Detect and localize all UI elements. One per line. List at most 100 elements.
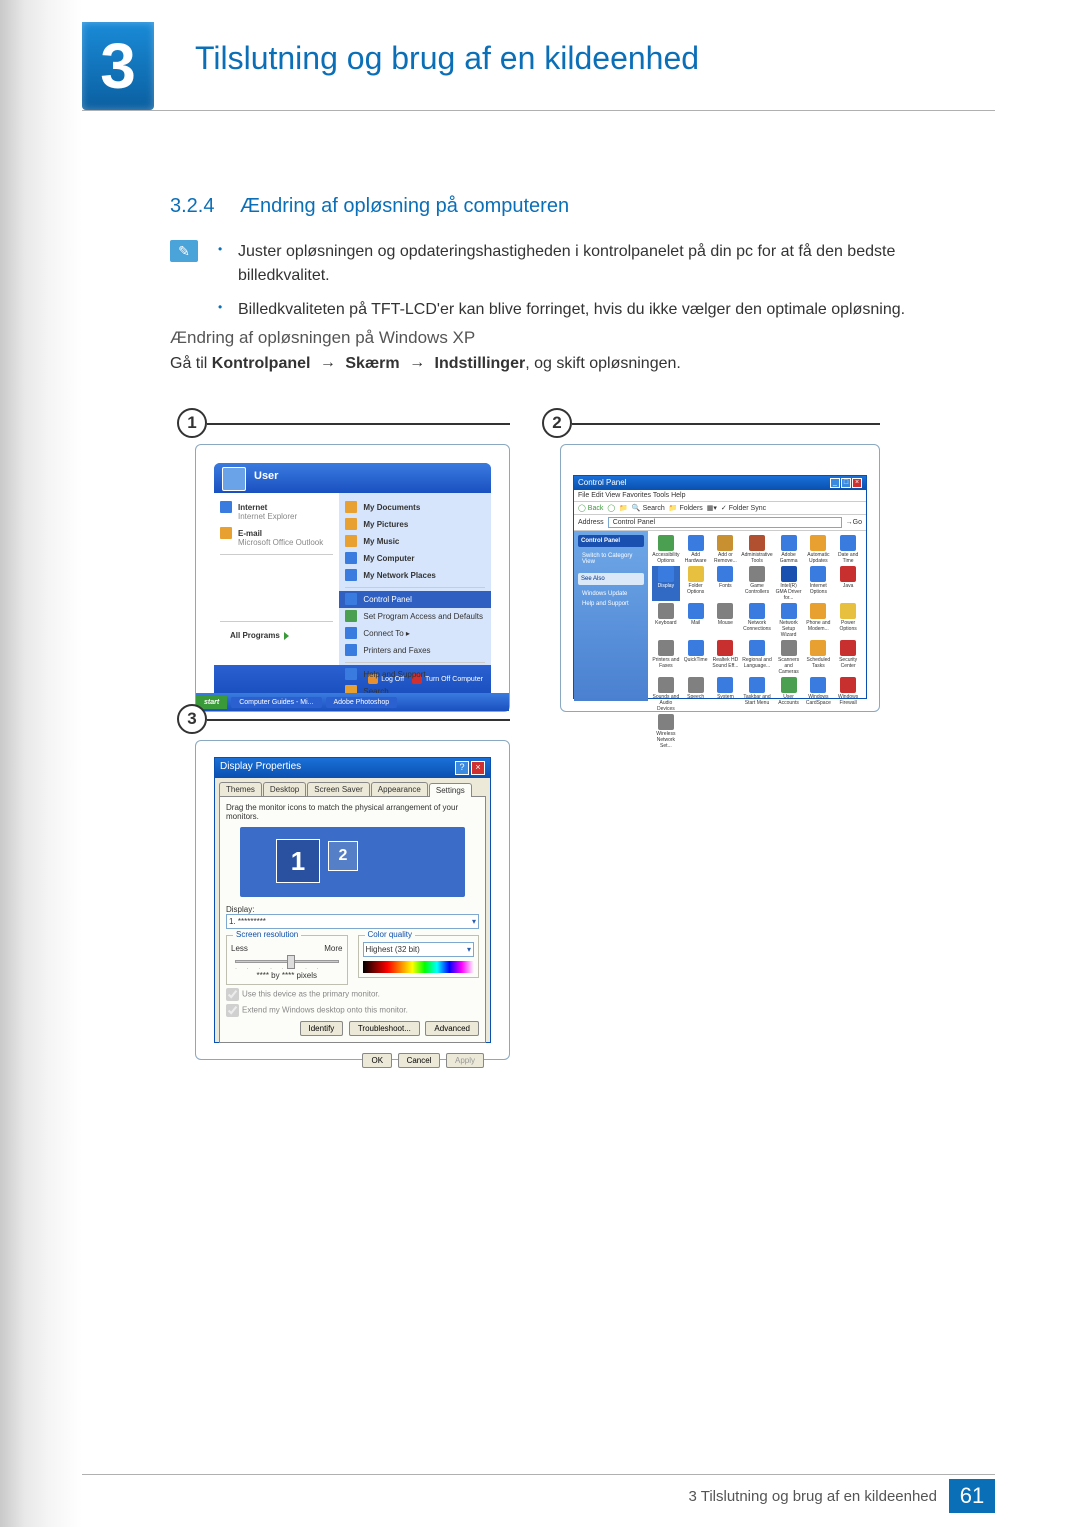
taskbar-item-1[interactable]: Computer Guides - Mi...	[231, 697, 321, 708]
cp-icon[interactable]: Taskbar and Start Menu	[741, 677, 772, 712]
close-icon[interactable]: ×	[471, 761, 485, 775]
dp-display-select[interactable]: 1. *********	[226, 914, 479, 929]
help-icon[interactable]: ?	[455, 761, 469, 775]
figure-1-rule	[207, 423, 510, 425]
sm-connect-to[interactable]: Connect To ▸	[345, 625, 485, 642]
cp-icon[interactable]: Sounds and Audio Devices	[652, 677, 680, 712]
sm-printers[interactable]: Printers and Faxes	[345, 642, 485, 659]
sm-my-documents[interactable]: My Documents	[345, 499, 485, 516]
back-button[interactable]: ◯ Back	[578, 504, 603, 512]
sm-internet[interactable]: InternetInternet Explorer	[220, 499, 333, 525]
cp-icon[interactable]: Power Options	[834, 603, 862, 638]
cp-icon[interactable]: Accessibility Options	[652, 535, 680, 564]
cp-icon[interactable]: Speech	[682, 677, 710, 712]
dp-display-label: Display:	[226, 905, 479, 914]
dp-tab-screen-saver[interactable]: Screen Saver	[307, 782, 369, 796]
cp-icon[interactable]: Mail	[682, 603, 710, 638]
folders-button[interactable]: 📁 Folders	[669, 504, 703, 512]
cp-icon[interactable]: Scheduled Tasks	[804, 640, 832, 675]
cp-icon[interactable]: Folder Options	[682, 566, 710, 601]
cp-icon[interactable]: Administrative Tools	[741, 535, 772, 564]
cp-icon-grid: Accessibility OptionsAdd HardwareAdd or …	[648, 531, 866, 701]
ok-button[interactable]: OK	[362, 1053, 392, 1068]
cp-icon[interactable]: Date and Time	[834, 535, 862, 564]
dp-tab-desktop[interactable]: Desktop	[263, 782, 306, 796]
cp-icon[interactable]: Java	[834, 566, 862, 601]
taskbar-item-2[interactable]: Adobe Photoshop	[326, 697, 398, 708]
cp-title-text: Control Panel	[578, 478, 626, 488]
cp-icon[interactable]: Regional and Language...	[741, 640, 772, 675]
close-icon[interactable]: ×	[852, 478, 862, 488]
cp-icon[interactable]: Automatic Updates	[804, 535, 832, 564]
sm-control-panel[interactable]: Control Panel	[339, 591, 491, 608]
address-input[interactable]: Control Panel	[608, 517, 842, 528]
dp-colorquality-select[interactable]: Highest (32 bit)	[363, 942, 475, 957]
cp-icon[interactable]: QuickTime	[682, 640, 710, 675]
cp-switch-view[interactable]: Switch to Category View	[578, 551, 644, 567]
figure-1-startmenu: User InternetInternet Explorer E-mailMic…	[195, 444, 510, 712]
cp-icon[interactable]: Keyboard	[652, 603, 680, 638]
cp-windows-update[interactable]: Windows Update	[578, 589, 644, 599]
sm-my-network[interactable]: My Network Places	[345, 567, 485, 584]
dp-settings-pane: Drag the monitor icons to match the phys…	[219, 796, 486, 1043]
dp-monitor-area[interactable]: 1 2	[240, 827, 465, 897]
sm-my-computer[interactable]: My Computer	[345, 550, 485, 567]
cp-icon[interactable]: Adobe Gamma	[775, 535, 803, 564]
cp-icon[interactable]: User Accounts	[775, 677, 803, 712]
up-button[interactable]: 📁	[619, 504, 628, 512]
dp-tab-themes[interactable]: Themes	[219, 782, 262, 796]
dp-extend-checkbox[interactable]: Extend my Windows desktop onto this moni…	[226, 1004, 479, 1017]
sm-my-pictures[interactable]: My Pictures	[345, 516, 485, 533]
dp-primary-checkbox[interactable]: Use this device as the primary monitor.	[226, 988, 479, 1001]
cp-menubar[interactable]: File Edit View Favorites Tools Help	[574, 490, 866, 502]
troubleshoot-button[interactable]: Troubleshoot...	[349, 1021, 420, 1036]
sm-email[interactable]: E-mailMicrosoft Office Outlook	[220, 525, 333, 551]
sm-search[interactable]: Search	[345, 683, 485, 693]
cancel-button[interactable]: Cancel	[398, 1053, 441, 1068]
views-button[interactable]: ▦▾	[707, 504, 717, 512]
cp-icon[interactable]: Game Controllers	[741, 566, 772, 601]
foldersync-button[interactable]: ✓ Folder Sync	[721, 504, 766, 512]
sm-my-music[interactable]: My Music	[345, 533, 485, 550]
dp-monitor-2[interactable]: 2	[328, 841, 358, 871]
cp-icon[interactable]: Mouse	[712, 603, 740, 638]
forward-button[interactable]: ◯	[607, 504, 615, 512]
cp-icon[interactable]: Fonts	[712, 566, 740, 601]
cp-icon[interactable]: Scanners and Cameras	[775, 640, 803, 675]
cp-icon[interactable]: Add or Remove...	[712, 535, 740, 564]
go-button[interactable]: →Go	[846, 519, 862, 526]
dp-tab-settings[interactable]: Settings	[429, 783, 472, 797]
cp-icon[interactable]: Intel(R) GMA Driver for...	[775, 566, 803, 601]
sm-program-access[interactable]: Set Program Access and Defaults	[345, 608, 485, 625]
advanced-button[interactable]: Advanced	[425, 1021, 479, 1036]
cp-icon[interactable]: System	[712, 677, 740, 712]
cp-icon[interactable]: Realtek HD Sound Eff...	[712, 640, 740, 675]
dp-titlebar: Display Properties ? ×	[215, 758, 490, 778]
cp-icon[interactable]: Windows CardSpace	[804, 677, 832, 712]
dp-resolution-slider[interactable]: · · · · · · · ·	[235, 955, 339, 969]
cp-icon[interactable]: Add Hardware	[682, 535, 710, 564]
sm-help[interactable]: Help and Support	[345, 666, 485, 683]
cp-icon[interactable]: Security Center	[834, 640, 862, 675]
section-number: 3.2.4	[170, 195, 214, 218]
minimize-icon[interactable]: _	[830, 478, 840, 488]
cp-icon[interactable]: Printers and Faxes	[652, 640, 680, 675]
cp-icon[interactable]: Display	[652, 566, 680, 601]
identify-button[interactable]: Identify	[300, 1021, 344, 1036]
cp-icon[interactable]: Wireless Network Set...	[652, 714, 680, 749]
cp-side-header[interactable]: Control Panel	[578, 535, 644, 547]
dp-tab-appearance[interactable]: Appearance	[371, 782, 428, 796]
cp-icon[interactable]: Internet Options	[804, 566, 832, 601]
dp-monitor-1[interactable]: 1	[276, 839, 320, 883]
cp-icon[interactable]: Network Connections	[741, 603, 772, 638]
maximize-icon[interactable]: □	[841, 478, 851, 488]
cp-icon[interactable]: Windows Firewall	[834, 677, 862, 712]
dp-resolution-group: Screen resolution LessMore · · · · · · ·…	[226, 935, 348, 985]
apply-button[interactable]: Apply	[446, 1053, 484, 1068]
search-button[interactable]: 🔍 Search	[632, 504, 665, 512]
cp-icon[interactable]: Phone and Modem...	[804, 603, 832, 638]
cp-help-support[interactable]: Help and Support	[578, 599, 644, 609]
cp-icon[interactable]: Network Setup Wizard	[775, 603, 803, 638]
startmenu-user: User	[214, 463, 491, 493]
sm-all-programs[interactable]: All Programs	[220, 625, 333, 640]
